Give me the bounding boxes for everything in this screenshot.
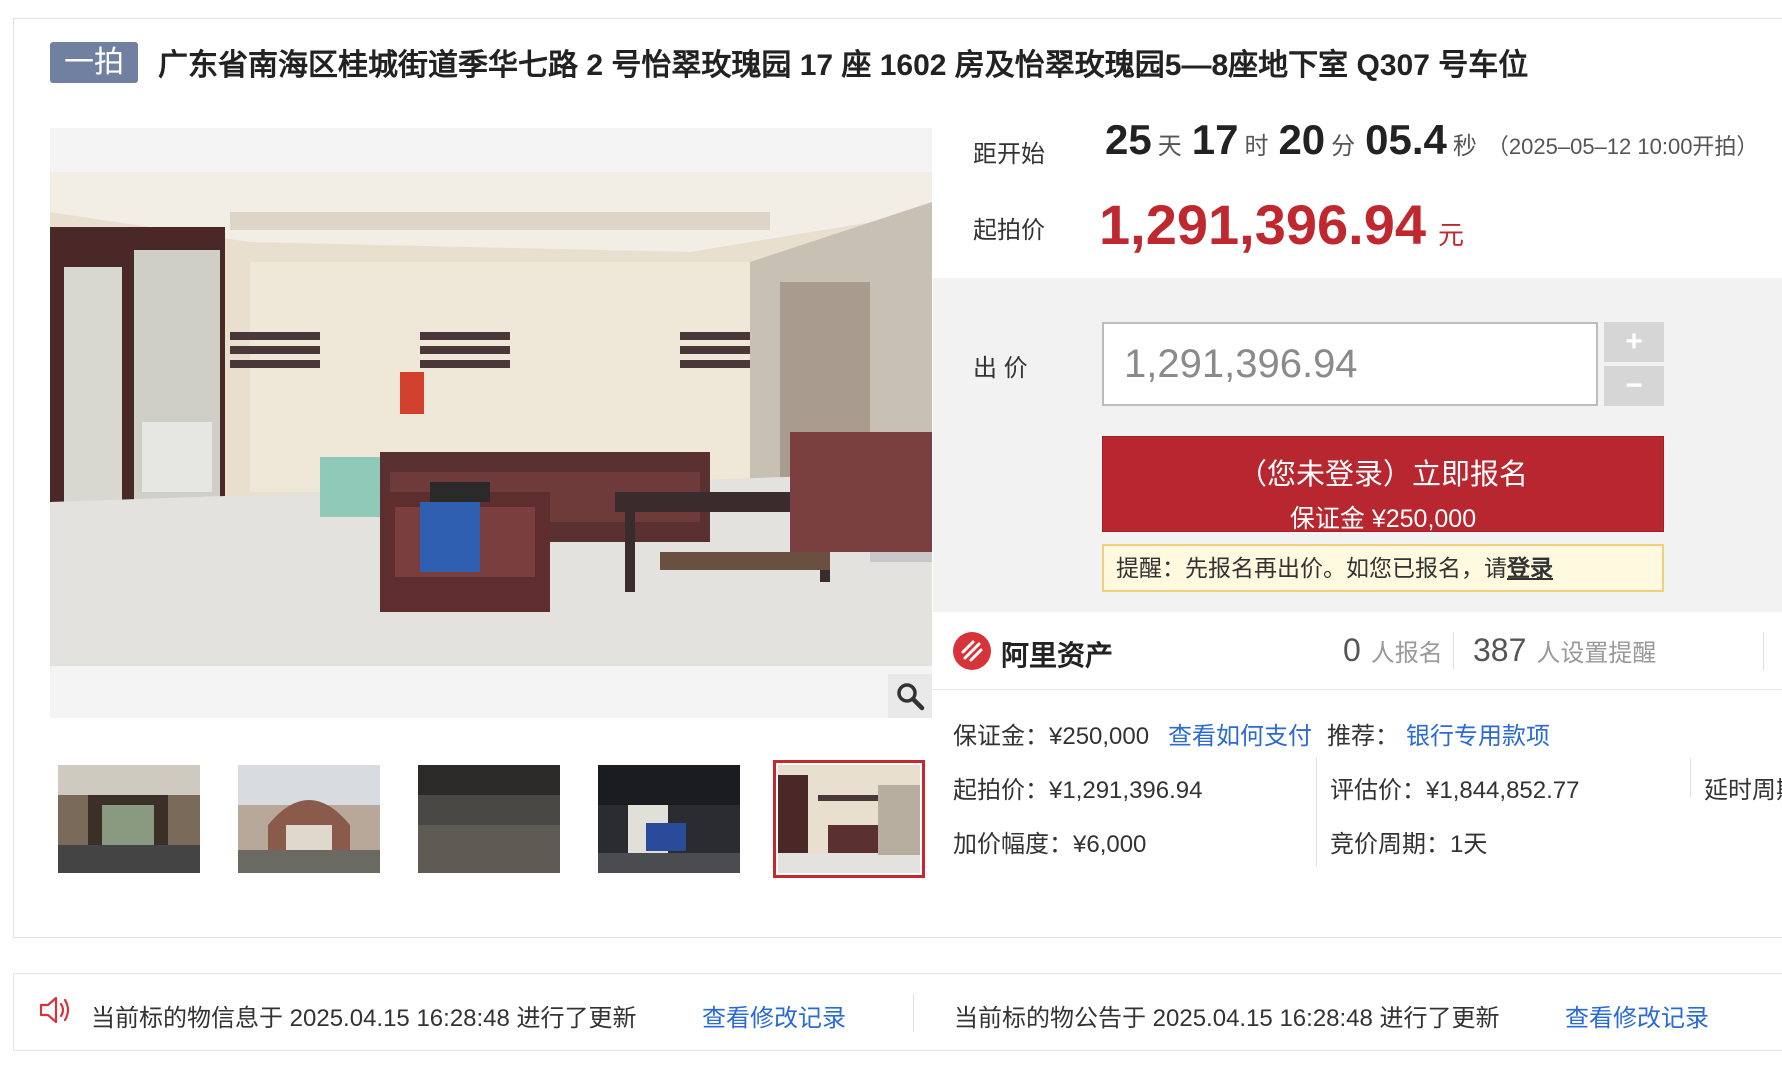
delay-cycle: 延时周期 — [1704, 777, 1782, 804]
countdown-minutes: 20 — [1278, 116, 1326, 163]
countdown-seconds-unit: 秒 — [1452, 133, 1477, 160]
start-price-label: 起拍价 — [973, 217, 1045, 244]
speaker-icon — [38, 994, 72, 1031]
round-badge: 一拍 — [50, 41, 138, 83]
magnifier-icon — [897, 683, 925, 711]
platform-name: 阿里资产 — [1001, 640, 1114, 671]
increase-bid-button[interactable]: + — [1604, 322, 1664, 362]
platform-row: 阿里资产 0 人报名 387 人设置提醒 — [933, 612, 1782, 690]
countdown-days: 25 — [1105, 116, 1152, 163]
login-link[interactable]: 登录 — [1507, 555, 1553, 581]
start-time-note: （2025–05–12 10:00开拍） — [1486, 134, 1759, 159]
bid-amount-input[interactable]: 1,291,396.94 — [1102, 322, 1598, 406]
bid-label: 出 价 — [973, 355, 1028, 382]
item-history-link[interactable]: 查看修改记录 — [702, 998, 846, 1033]
reminder-count: 387 人设置提醒 — [1473, 632, 1656, 669]
auction-summary: 距开始 25 天 17 时 20 分 05.4 秒 （2025–05–12 10… — [933, 110, 1782, 278]
decrease-bid-button[interactable]: − — [1604, 366, 1664, 406]
divider — [1763, 632, 1764, 670]
countdown-days-unit: 天 — [1157, 133, 1182, 160]
countdown-seconds: 05.4 — [1365, 116, 1447, 163]
title-row: 一拍 广东省南海区桂城街道季华七路 2 号怡翠玫瑰园 17 座 1602 房及怡… — [50, 40, 1528, 84]
start-price-value: 1,291,396.94 — [1099, 193, 1426, 256]
reminder-count-label: 人设置提醒 — [1536, 640, 1657, 667]
bid-panel: 出 价 1,291,396.94 + − （您未登录）立即报名 保证金 ¥250… — [933, 278, 1782, 612]
deposit-info: 保证金：¥250,000 — [953, 723, 1150, 750]
bid-cycle: 竞价周期：1天 — [1330, 831, 1488, 858]
login-reminder: 提醒：先报名再出价。如您已报名，请登录 — [1102, 544, 1664, 592]
thumbnail-1[interactable] — [58, 765, 200, 873]
reminder-count-value: 387 — [1473, 632, 1527, 668]
countdown-label: 距开始 — [973, 141, 1045, 168]
signup-count: 0 人报名 — [1343, 632, 1443, 669]
thumbnail-3[interactable] — [418, 765, 560, 873]
reminder-text: 提醒：先报名再出价。如您已报名，请 — [1116, 555, 1507, 581]
bid-increment: 加价幅度：¥6,000 — [953, 831, 1147, 858]
update-notice-bar: 当前标的物信息于 2025.04.15 16:28:48 进行了更新 查看修改记… — [13, 973, 1782, 1051]
main-photo[interactable] — [50, 172, 932, 666]
signup-deposit-label: 保证金 ¥250,000 — [1289, 505, 1477, 533]
notice-history-link[interactable]: 查看修改记录 — [1565, 998, 1709, 1033]
countdown-timer: 25 天 17 时 20 分 05.4 秒 （2025–05–12 10:00开… — [1105, 116, 1758, 164]
signup-count-value: 0 — [1343, 632, 1361, 668]
divider — [1453, 632, 1454, 670]
start-price: 1,291,396.94 元 — [1099, 192, 1464, 257]
signup-button[interactable]: （您未登录）立即报名 保证金 ¥250,000 — [1102, 436, 1664, 533]
appraisal-price: 评估价：¥1,844,852.77 — [1330, 777, 1580, 804]
divider — [1690, 758, 1691, 798]
start-price-detail: 起拍价：¥1,291,396.94 — [953, 777, 1203, 804]
start-price-unit: 元 — [1437, 220, 1464, 250]
zoom-button[interactable] — [888, 674, 932, 718]
recommend-label: 推荐： — [1327, 723, 1399, 750]
countdown-hours: 17 — [1191, 116, 1239, 163]
notice-update-text: 当前标的物公告于 2025.04.15 16:28:48 进行了更新 — [954, 1005, 1500, 1032]
signup-count-label: 人报名 — [1370, 640, 1443, 667]
countdown-hours-unit: 时 — [1244, 133, 1269, 160]
page-title: 广东省南海区桂城街道季华七路 2 号怡翠玫瑰园 17 座 1602 房及怡翠玫瑰… — [158, 49, 1529, 82]
signup-button-label: （您未登录）立即报名 — [1237, 459, 1528, 491]
ali-asset-logo — [953, 632, 991, 670]
thumbnail-2[interactable] — [238, 765, 380, 873]
thumbnail-4[interactable] — [598, 765, 740, 873]
bank-account-link[interactable]: 银行专用款项 — [1406, 716, 1550, 751]
thumbnail-5-selected[interactable] — [773, 760, 925, 878]
photo-viewer — [50, 128, 932, 718]
item-update-text: 当前标的物信息于 2025.04.15 16:28:48 进行了更新 — [91, 1005, 637, 1032]
how-to-pay-link[interactable]: 查看如何支付 — [1168, 716, 1312, 751]
countdown-minutes-unit: 分 — [1331, 133, 1356, 160]
divider — [1316, 758, 1317, 866]
divider — [913, 994, 914, 1032]
